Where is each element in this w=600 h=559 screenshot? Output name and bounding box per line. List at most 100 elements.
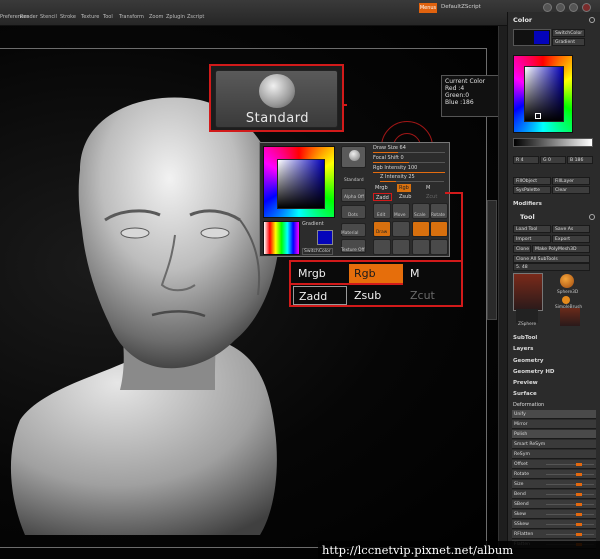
sphere3d-icon[interactable] — [560, 274, 574, 288]
rgb-button[interactable]: Rgb — [349, 264, 403, 283]
mirror-button[interactable]: Mirror — [512, 420, 596, 429]
simplebrush-icon[interactable] — [562, 296, 570, 304]
tray-saturation-square[interactable] — [524, 66, 564, 122]
default-zscript-label[interactable]: DefaultZScript — [441, 4, 481, 10]
mini-tool-thumbnail[interactable] — [560, 308, 580, 326]
sys-palette-button[interactable]: SysPalette — [513, 186, 551, 194]
bend-slider[interactable]: Bend — [512, 490, 596, 499]
export-button[interactable]: Export — [552, 235, 590, 243]
menu-transform[interactable]: Transform — [119, 14, 144, 20]
color-palette-title[interactable]: Color — [513, 16, 532, 24]
draw-size-slider[interactable]: Draw Size 64 — [373, 145, 445, 153]
brush-button[interactable]: Standard — [215, 70, 338, 128]
polish-toggle[interactable]: Polish — [512, 430, 596, 439]
current-tool-thumbnail[interactable] — [513, 273, 543, 311]
save-as-button[interactable]: Save As — [552, 225, 590, 233]
value-gradient-bar[interactable] — [513, 138, 593, 147]
preview-section[interactable]: Preview — [513, 380, 538, 386]
gradient-tray-button[interactable]: Gradient — [552, 38, 585, 46]
sbend-slider[interactable]: SBend — [512, 500, 596, 509]
tool-palette-title[interactable]: Tool — [520, 213, 535, 221]
switch-color-tray-button[interactable]: SwitchColor — [552, 29, 585, 37]
zadd-small-button[interactable]: Zadd — [373, 193, 392, 201]
make-polymesh-button[interactable]: Make PolyMesh3D — [532, 245, 590, 253]
sskew-slider[interactable]: SSkew — [512, 520, 596, 529]
menu-stencil[interactable]: Stencil — [40, 14, 57, 20]
tool-thumb-1[interactable] — [392, 221, 410, 237]
sphere3d-label: Sphere3D — [557, 290, 579, 295]
deformation-section[interactable]: Deformation — [513, 402, 544, 408]
tool-thumb-2[interactable] — [412, 221, 430, 237]
help-icon[interactable] — [543, 3, 552, 12]
zcut-small-button[interactable]: Zcut — [424, 193, 439, 201]
z-intensity-slider[interactable]: Z Intensity 25 — [380, 174, 444, 182]
menu-stroke[interactable]: Stroke — [60, 14, 76, 20]
menu-tool[interactable]: Tool — [103, 14, 113, 20]
brush-icon-button[interactable] — [341, 146, 366, 168]
subtool-thumb-button[interactable] — [412, 239, 430, 255]
clone-all-subtools-button[interactable]: Clone All SubTools — [513, 255, 590, 263]
unify-label: Unify — [514, 412, 526, 417]
material-label: Material — [341, 231, 359, 236]
secondary-color-swatch[interactable] — [317, 230, 333, 245]
r-value-field[interactable]: R 4 — [513, 156, 539, 164]
m-small-button[interactable]: M — [424, 184, 432, 192]
b-value-field[interactable]: B 186 — [567, 156, 593, 164]
geometry-section[interactable]: Geometry — [513, 358, 543, 364]
layout-icon[interactable] — [556, 3, 565, 12]
surface-section[interactable]: Surface — [513, 391, 537, 397]
menu-zscript[interactable]: Zscript — [187, 14, 204, 20]
tool-gear-icon[interactable] — [589, 214, 595, 220]
menu-texture[interactable]: Texture — [81, 14, 99, 20]
rgb-small-button[interactable]: Rgb — [397, 184, 411, 192]
rgb-intensity-slider[interactable]: Rgb Intensity 100 — [373, 165, 445, 173]
menu-render[interactable]: Render — [20, 14, 38, 20]
geometry-hd-section[interactable]: Geometry HD — [513, 369, 555, 375]
canvas-scrollbar[interactable] — [487, 200, 497, 320]
unify-button[interactable]: Unify — [512, 410, 596, 419]
tool-count-slider[interactable]: 5. 48 — [513, 263, 590, 271]
zsphere-icon[interactable] — [516, 309, 538, 323]
m-button[interactable]: M — [405, 264, 459, 283]
tray-scrollbar[interactable] — [498, 26, 507, 559]
subtool-section[interactable]: SubTool — [513, 335, 537, 341]
sphere-thumb-button[interactable] — [373, 239, 391, 255]
zcut-button[interactable]: Zcut — [405, 286, 459, 305]
grid-thumb-button[interactable] — [392, 239, 410, 255]
layers-section[interactable]: Layers — [513, 346, 533, 352]
import-button[interactable]: Import — [513, 235, 551, 243]
close-icon[interactable] — [582, 3, 591, 12]
smart-resym-button[interactable]: Smart ReSym — [512, 440, 596, 449]
clone-button[interactable]: Clone — [513, 245, 531, 253]
tray-color-picker[interactable] — [513, 55, 573, 133]
offset-slider[interactable]: Offset — [512, 460, 596, 469]
focal-shift-slider[interactable]: Focal Shift 0 — [373, 155, 445, 163]
g-value-field[interactable]: G 0 — [540, 156, 566, 164]
load-tool-button[interactable]: Load Tool — [513, 225, 551, 233]
mrgb-button[interactable]: Mrgb — [293, 264, 347, 283]
minimize-icon[interactable] — [569, 3, 578, 12]
fill-layer-button[interactable]: FillLayer — [552, 177, 590, 185]
zadd-button[interactable]: Zadd — [293, 286, 347, 305]
gradient-swatch[interactable] — [263, 221, 300, 255]
menus-button[interactable]: Menus — [419, 3, 437, 13]
main-color-swatch[interactable] — [513, 29, 551, 46]
rotate-slider[interactable]: Rotate — [512, 470, 596, 479]
modifiers-section[interactable]: Modifiers — [513, 201, 542, 207]
size-label: Size — [514, 482, 524, 487]
palette-gear-icon[interactable] — [589, 17, 595, 23]
resym-button[interactable]: ReSym — [512, 450, 596, 459]
mrgb-small-button[interactable]: Mrgb — [373, 184, 390, 192]
fill-object-button[interactable]: FillObject — [513, 177, 551, 185]
size-slider[interactable]: Size — [512, 480, 596, 489]
skew-slider[interactable]: Skew — [512, 510, 596, 519]
clear-button[interactable]: Clear — [552, 186, 590, 194]
switch-color-button[interactable]: SwitchColor — [302, 248, 333, 255]
menu-zplugin[interactable]: Zplugin — [166, 14, 185, 20]
zsub-button[interactable]: Zsub — [349, 286, 403, 305]
menu-zoom[interactable]: Zoom — [149, 14, 163, 20]
color-saturation-square[interactable] — [277, 159, 325, 209]
zsub-small-button[interactable]: Zsub — [397, 193, 413, 201]
rflatten-slider[interactable]: RFlatten — [512, 530, 596, 539]
color-picker-wheel[interactable] — [263, 146, 335, 218]
